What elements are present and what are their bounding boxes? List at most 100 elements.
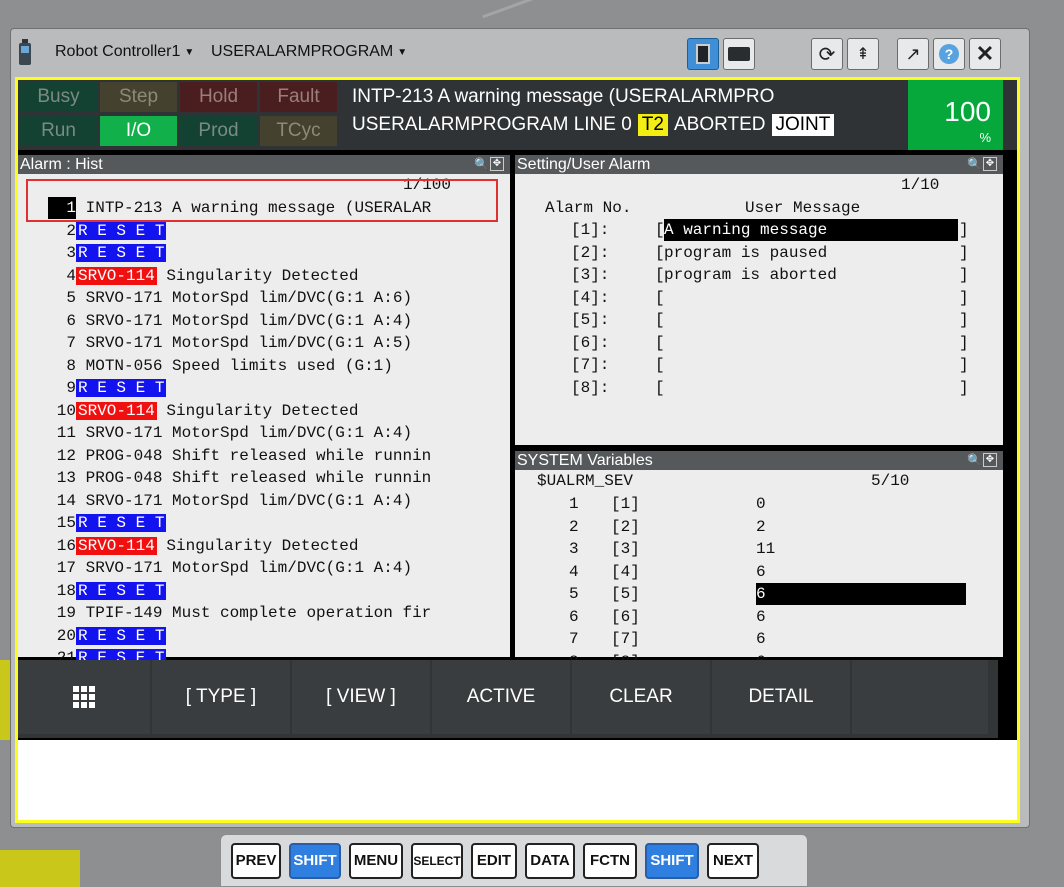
program-dropdown[interactable]: USERALARMPROGRAM ▼ — [211, 43, 407, 61]
lamp-busy: Busy — [20, 82, 97, 112]
edit-key[interactable]: EDIT — [471, 842, 517, 879]
user-message-field[interactable] — [664, 377, 958, 399]
alarm-row[interactable]: 12 PROG-048 Shift released while runnin — [48, 445, 431, 467]
export-icon: ↗ — [905, 43, 921, 64]
alarm-row[interactable]: 1 INTP-213 A warning message (USERALAR — [48, 197, 431, 219]
robot-icon: ⇞ — [856, 46, 870, 63]
alarm-code: SRVO-171 — [85, 559, 163, 577]
zoom-icon[interactable]: 🔍 — [474, 157, 489, 171]
alarm-row[interactable]: 8 MOTN-056 Speed limits used (G:1) — [48, 355, 393, 377]
lamp-fault: Fault — [260, 82, 337, 112]
maximize-icon[interactable]: ✥ — [983, 157, 997, 171]
sysvar-value-field[interactable]: 6 — [756, 561, 966, 583]
select-key[interactable]: SELECT — [411, 842, 463, 879]
sysvar-row-number: 6 — [569, 607, 579, 626]
export-button[interactable]: ↗ — [897, 38, 929, 70]
bracket-right: ] — [959, 266, 969, 284]
alarm-text: Speed limits used (G:1) — [172, 356, 393, 375]
f4-clear-button[interactable]: CLEAR — [572, 660, 710, 734]
sysvar-value-field[interactable]: 2 — [756, 516, 966, 538]
speed-override[interactable]: 100 % — [908, 80, 1003, 150]
user-message-field[interactable]: program is aborted — [664, 264, 958, 286]
servo-alarm-code: SRVO-114 — [76, 266, 157, 285]
alarm-row[interactable]: 14 SRVO-171 MotorSpd lim/DVC(G:1 A:4) — [48, 490, 412, 512]
bracket-right: ] — [959, 311, 969, 329]
grid-icon — [73, 686, 95, 708]
user-message-field[interactable]: A warning message — [664, 219, 958, 241]
help-button[interactable]: ? — [933, 38, 965, 70]
alarm-row[interactable]: 19 TPIF-149 Must complete operation fir — [48, 602, 431, 624]
controller-name: Robot Controller1 — [55, 43, 181, 60]
next-key[interactable]: NEXT — [707, 842, 759, 879]
f5-detail-button[interactable]: DETAIL — [712, 660, 850, 734]
alarm-row[interactable]: 10 SRVO-114 Singularity Detected — [48, 400, 358, 422]
user-alarm-index: [1]: — [571, 221, 610, 239]
mode-badge: T2 — [637, 114, 668, 136]
zoom-icon[interactable]: 🔍 — [967, 453, 982, 467]
help-icon: ? — [939, 44, 959, 64]
refresh-button[interactable]: ⟳ — [811, 38, 843, 70]
alarm-row[interactable]: 5 SRVO-171 MotorSpd lim/DVC(G:1 A:6) — [48, 287, 412, 309]
alarm-row[interactable]: 15 R E S E T — [48, 512, 167, 534]
chevron-down-icon: ▼ — [184, 46, 195, 58]
lamp-tcyc: TCyc — [260, 116, 337, 146]
maximize-icon[interactable]: ✥ — [490, 157, 504, 171]
alarm-number: 20 — [56, 626, 76, 645]
menu-key[interactable]: MENU — [349, 842, 403, 879]
sysvar-value-field[interactable]: 11 — [756, 538, 966, 560]
user-message-field[interactable]: program is paused — [664, 242, 958, 264]
sysvar-value-field[interactable]: 0 — [756, 493, 966, 515]
alarm-code: SRVO-171 — [85, 424, 163, 442]
alarm-row[interactable]: 20 R E S E T — [48, 625, 167, 647]
user-alarm-panel: Setting/User Alarm 🔍 ✥ 1/10 Alarm No. Us… — [515, 155, 1003, 445]
shift-left-key[interactable]: SHIFT — [289, 842, 341, 879]
sysvar-value-field[interactable]: 6 — [756, 583, 966, 605]
alarm-code: SRVO-171 — [85, 289, 163, 307]
f1-type-button[interactable]: [ TYPE ] — [152, 660, 290, 734]
close-button[interactable]: ✕ — [969, 38, 1001, 70]
alarm-row[interactable]: 4 SRVO-114 Singularity Detected — [48, 265, 358, 287]
maximize-icon[interactable]: ✥ — [983, 453, 997, 467]
alarm-row[interactable]: 2R E S E T — [48, 220, 167, 242]
alarm-code: PROG-048 — [85, 446, 163, 465]
sysvar-value-field[interactable]: 6 — [756, 628, 966, 650]
alarm-row[interactable]: 18 R E S E T — [48, 580, 167, 602]
run-state: ABORTED — [673, 114, 766, 135]
alarm-row[interactable]: 3R E S E T — [48, 242, 167, 264]
alarm-number: 7 — [66, 334, 76, 352]
bracket-right: ] — [959, 333, 969, 352]
sysvar-value-field[interactable]: 6 — [756, 606, 966, 628]
fctn-key[interactable]: FCTN — [583, 842, 637, 879]
bracket-right: ] — [959, 378, 969, 397]
alarm-number: 12 — [56, 446, 76, 465]
alarm-row[interactable]: 7 SRVO-171 MotorSpd lim/DVC(G:1 A:5) — [48, 332, 412, 354]
alarm-text: Singularity Detected — [166, 401, 359, 420]
user-message-field[interactable] — [664, 309, 958, 331]
alarm-number: 8 — [66, 356, 76, 375]
alarm-row[interactable]: 11 SRVO-171 MotorSpd lim/DVC(G:1 A:4) — [48, 422, 412, 444]
data-key[interactable]: DATA — [525, 842, 575, 879]
menu-grid-button[interactable] — [18, 660, 150, 734]
alarm-row[interactable]: 9R E S E T — [48, 377, 167, 399]
zoom-icon[interactable]: 🔍 — [967, 157, 982, 171]
robot-button[interactable]: ⇞ — [847, 38, 879, 70]
user-message-field[interactable] — [664, 354, 958, 376]
f6-empty-button[interactable] — [852, 660, 988, 734]
alarm-row[interactable]: 17 SRVO-171 MotorSpd lim/DVC(G:1 A:4) — [48, 557, 412, 579]
alarm-row[interactable]: 16 SRVO-114 Singularity Detected — [48, 535, 358, 557]
shift-right-key[interactable]: SHIFT — [645, 842, 699, 879]
keyboard-button[interactable] — [723, 38, 755, 70]
alarm-row[interactable]: 13 PROG-048 Shift released while runnin — [48, 467, 431, 489]
user-message-field[interactable] — [664, 332, 958, 354]
alarm-row[interactable]: 6 SRVO-171 MotorSpd lim/DVC(G:1 A:4) — [48, 310, 412, 332]
prev-key[interactable]: PREV — [231, 842, 281, 879]
pendant-view-button[interactable] — [687, 38, 719, 70]
user-alarm-index: [5]: — [571, 311, 610, 329]
f2-view-button[interactable]: [ VIEW ] — [292, 660, 430, 734]
f3-active-button[interactable]: ACTIVE — [432, 660, 570, 734]
user-alarm-index: [4]: — [571, 288, 610, 307]
controller-dropdown[interactable]: Robot Controller1 ▼ — [55, 43, 194, 61]
alarm-text: MotorSpd lim/DVC(G:1 A:6) — [172, 289, 413, 307]
user-alarm-panel-title: Setting/User Alarm — [517, 156, 651, 173]
user-message-field[interactable] — [664, 287, 958, 309]
